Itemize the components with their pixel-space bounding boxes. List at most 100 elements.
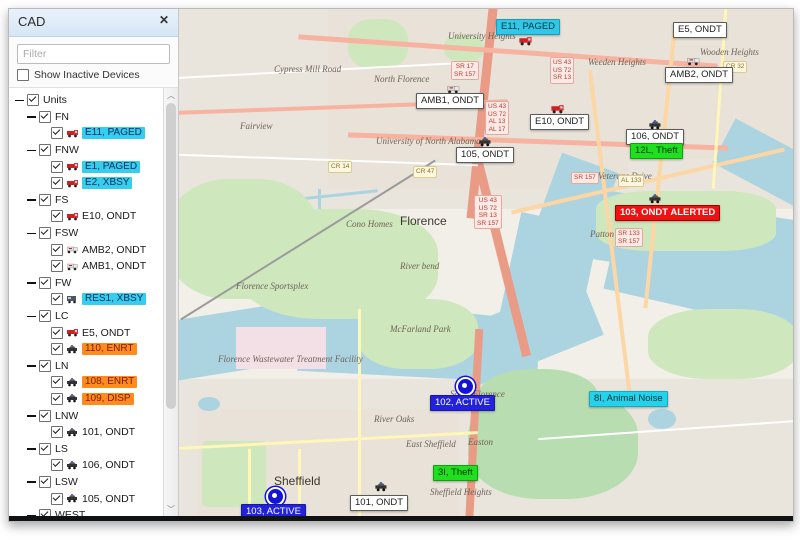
tree-item-checkbox[interactable] xyxy=(51,161,63,173)
tree-item-checkbox[interactable] xyxy=(39,476,51,488)
tree-device-row[interactable]: E11, PAGED xyxy=(9,125,164,142)
tree-group-row[interactable]: FW xyxy=(9,275,164,292)
tree-device-row[interactable]: E10, ONDT xyxy=(9,208,164,225)
tree-item-checkbox[interactable] xyxy=(51,327,63,339)
tree-item-checkbox[interactable] xyxy=(27,94,39,106)
scrollbar-thumb[interactable] xyxy=(166,103,176,409)
tree-item-checkbox[interactable] xyxy=(39,194,51,206)
tree-group-row[interactable]: FS xyxy=(9,192,164,209)
tree-device-row[interactable]: 101, ONDT xyxy=(9,424,164,441)
tree-item-checkbox[interactable] xyxy=(51,343,63,355)
tree-item-checkbox[interactable] xyxy=(39,310,51,322)
map-canvas[interactable]: FlorenceSheffieldNorth FlorenceWooden He… xyxy=(178,9,793,516)
tree-item-checkbox[interactable] xyxy=(39,509,51,516)
tree-item-checkbox[interactable] xyxy=(39,360,51,372)
tree-scrollbar[interactable]: ︿ ﹀ xyxy=(163,88,178,516)
map-unit-label[interactable]: 101, ONDT xyxy=(350,495,408,511)
tree-item-checkbox[interactable] xyxy=(39,111,51,123)
ambulance-icon[interactable] xyxy=(686,53,701,63)
tree-device-row[interactable]: AMB2, ONDT xyxy=(9,241,164,258)
map-unit-label[interactable]: 103, ONDT ALERTED xyxy=(615,205,720,221)
tree-item-checkbox[interactable] xyxy=(39,443,51,455)
collapse-toggle-icon[interactable] xyxy=(27,411,36,420)
map-unit-label[interactable]: 3I, Theft xyxy=(433,465,478,481)
map-unit-label[interactable]: 102, ACTIVE xyxy=(430,395,495,411)
tree-item-checkbox[interactable] xyxy=(51,426,63,438)
tree-device-row[interactable]: RES1, XBSY xyxy=(9,291,164,308)
tree-group-row[interactable]: Units xyxy=(9,92,164,109)
show-inactive-row[interactable]: Show Inactive Devices xyxy=(9,69,178,87)
tree-group-row[interactable]: LC xyxy=(9,308,164,325)
engine-icon[interactable] xyxy=(550,101,565,111)
device-tree[interactable]: UnitsFNE11, PAGEDFNWE1, PAGEDE2, XBSYFSE… xyxy=(9,88,164,516)
tree-device-row[interactable]: 109, DISP xyxy=(9,391,164,408)
tree-device-row[interactable]: 105, ONDT xyxy=(9,490,164,507)
ambulance-icon[interactable] xyxy=(446,81,461,91)
tree-item-checkbox[interactable] xyxy=(51,244,63,256)
tree-group-row[interactable]: FNW xyxy=(9,142,164,159)
tree-group-row[interactable]: LN xyxy=(9,358,164,375)
tree-item-checkbox[interactable] xyxy=(51,493,63,505)
patrol-icon xyxy=(67,394,78,403)
scroll-up-icon[interactable]: ︿ xyxy=(164,88,178,102)
map-unit-label[interactable]: E5, ONDT xyxy=(673,22,727,38)
tree-item-checkbox[interactable] xyxy=(39,410,51,422)
tree-item-checkbox[interactable] xyxy=(39,227,51,239)
tree-group-row[interactable]: FN xyxy=(9,109,164,126)
tree-item-checkbox[interactable] xyxy=(51,177,63,189)
close-icon[interactable]: ✕ xyxy=(157,13,171,27)
map-unit-label[interactable]: E10, ONDT xyxy=(530,114,589,130)
collapse-toggle-icon[interactable] xyxy=(27,444,36,453)
tree-group-row[interactable]: LNW xyxy=(9,407,164,424)
tree-device-row[interactable]: 110, ENRT xyxy=(9,341,164,358)
tree-item-checkbox[interactable] xyxy=(51,376,63,388)
map-unit-label[interactable]: 103, ACTIVE xyxy=(241,504,306,516)
patrol-icon[interactable] xyxy=(374,479,389,489)
tree-group-row[interactable]: LS xyxy=(9,440,164,457)
tree-device-row[interactable]: 108, ENRT xyxy=(9,374,164,391)
patrol-icon[interactable] xyxy=(648,191,663,201)
patrol-icon[interactable] xyxy=(648,117,663,127)
tree-group-row[interactable]: LSW xyxy=(9,474,164,491)
tree-device-row[interactable]: E2, XBSY xyxy=(9,175,164,192)
tree-device-row[interactable]: E1, PAGED xyxy=(9,158,164,175)
collapse-toggle-icon[interactable] xyxy=(27,112,36,121)
tree-group-row[interactable]: WEST xyxy=(9,507,164,516)
tree-item-checkbox[interactable] xyxy=(51,210,63,222)
patrol-icon[interactable] xyxy=(478,134,493,144)
tree-item-checkbox[interactable] xyxy=(51,260,63,272)
map-unit-label[interactable]: 8I, Animal Noise xyxy=(589,391,668,407)
show-inactive-checkbox[interactable] xyxy=(17,69,29,81)
map-unit-label[interactable]: 105, ONDT xyxy=(456,147,514,163)
tree-device-row[interactable]: AMB1, ONDT xyxy=(9,258,164,275)
collapse-toggle-icon[interactable] xyxy=(27,361,36,370)
tree-device-row[interactable]: E5, ONDT xyxy=(9,324,164,341)
route-shield: SR 17 SR 157 xyxy=(451,61,479,80)
gps-icon[interactable] xyxy=(456,377,475,396)
collapse-toggle-icon[interactable] xyxy=(27,312,36,321)
tree-group-row[interactable]: FSW xyxy=(9,225,164,242)
map-unit-label[interactable]: 12L, Theft xyxy=(630,143,683,159)
tree-item-label: 106, ONDT xyxy=(82,459,135,471)
collapse-toggle-icon[interactable] xyxy=(27,195,36,204)
tree-item-checkbox[interactable] xyxy=(51,293,63,305)
collapse-toggle-icon[interactable] xyxy=(27,511,36,516)
map-unit-label[interactable]: AMB2, ONDT xyxy=(665,67,733,83)
collapse-toggle-icon[interactable] xyxy=(27,229,36,238)
map-viewport[interactable]: FlorenceSheffieldNorth FlorenceWooden He… xyxy=(178,9,793,516)
tree-item-checkbox[interactable] xyxy=(51,127,63,139)
collapse-toggle-icon[interactable] xyxy=(27,278,36,287)
map-unit-label[interactable]: E11, PAGED xyxy=(496,19,560,35)
filter-input[interactable] xyxy=(17,44,170,64)
collapse-toggle-icon[interactable] xyxy=(27,146,36,155)
scroll-down-icon[interactable]: ﹀ xyxy=(164,502,178,516)
tree-item-checkbox[interactable] xyxy=(51,393,63,405)
tree-device-row[interactable]: 106, ONDT xyxy=(9,457,164,474)
tree-item-checkbox[interactable] xyxy=(39,277,51,289)
map-unit-label[interactable]: AMB1, ONDT xyxy=(416,93,484,109)
device-tree-wrapper[interactable]: UnitsFNE11, PAGEDFNWE1, PAGEDE2, XBSYFSE… xyxy=(9,87,178,516)
collapse-toggle-icon[interactable] xyxy=(27,477,36,486)
tree-item-checkbox[interactable] xyxy=(51,459,63,471)
collapse-toggle-icon[interactable] xyxy=(15,96,24,105)
tree-item-checkbox[interactable] xyxy=(39,144,51,156)
